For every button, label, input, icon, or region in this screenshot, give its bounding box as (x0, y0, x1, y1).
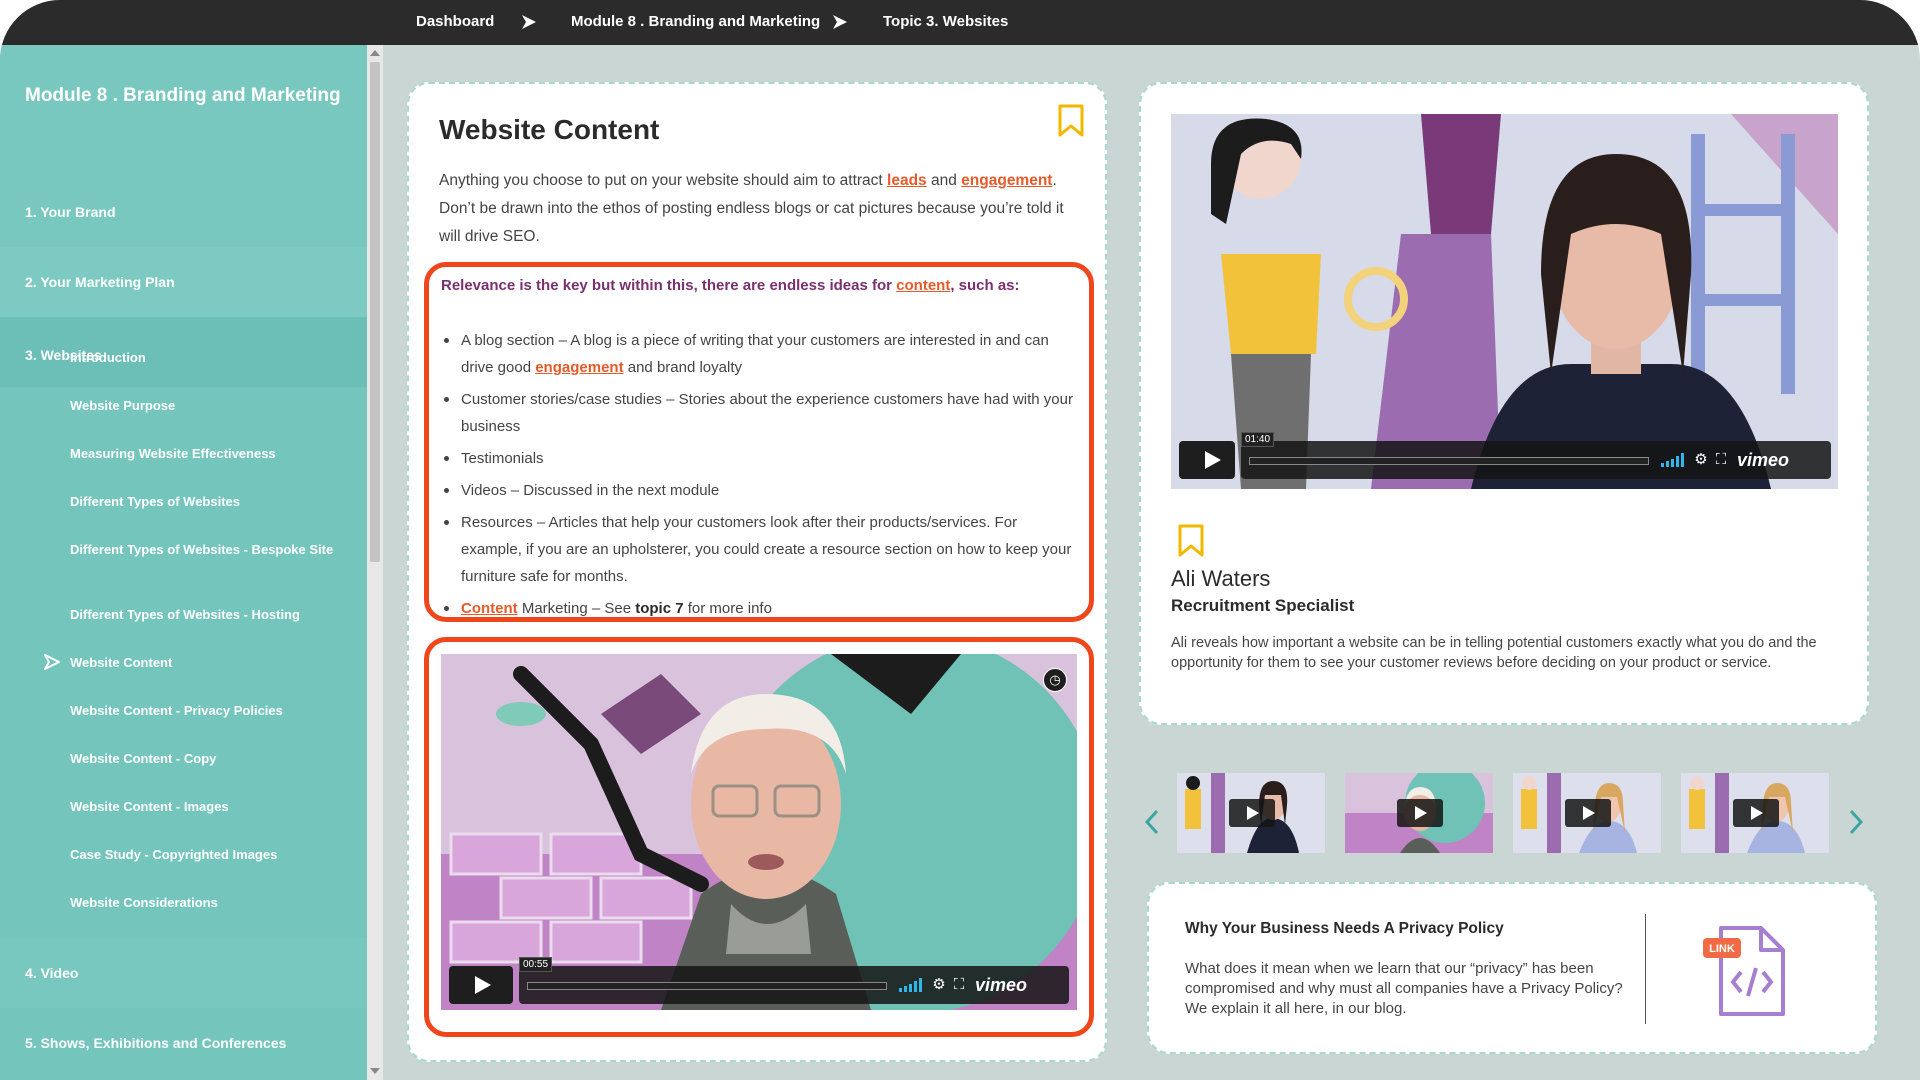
video-thumbnail[interactable] (1345, 773, 1493, 853)
vimeo-logo[interactable]: vimeo (975, 975, 1027, 996)
sidebar-scroll-thumb[interactable] (370, 62, 380, 562)
video-controls: 00:55 ⚙ ⛶ vimeo (449, 957, 1069, 1004)
video-thumbnail[interactable] (1513, 773, 1661, 853)
volume-icon[interactable] (899, 978, 923, 992)
list-item: Testimonials (441, 445, 1081, 472)
content-card: Website Content Anything you choose to p… (407, 82, 1107, 1062)
breadcrumb-module[interactable]: Module 8 . Branding and Marketing (571, 13, 820, 30)
app-frame: Dashboard Module 8 . Branding and Market… (0, 0, 1920, 1080)
sidebar-item-bespoke-site[interactable]: Different Types of Websites - Bespoke Si… (70, 541, 350, 558)
engagement-link[interactable]: engagement (961, 172, 1052, 189)
play-button[interactable] (1179, 441, 1235, 479)
scroll-down-icon[interactable] (370, 1068, 380, 1074)
scroll-up-icon[interactable] (370, 50, 380, 56)
video-control-bar: 01:40 ⚙ ⛶ vimeo (1241, 432, 1831, 479)
ideas-list: A blog section – A blog is a piece of wr… (441, 327, 1081, 627)
sidebar-item-images[interactable]: Website Content - Images (70, 798, 350, 815)
video-thumbnail[interactable] (1681, 773, 1829, 853)
topic-reference: topic 7 (635, 600, 684, 617)
link-badge-text: LINK (1709, 943, 1735, 955)
bullet-text: Marketing – See (517, 600, 636, 617)
link-document-icon[interactable]: LINK (1699, 922, 1799, 1022)
bookmark-icon[interactable] (1057, 104, 1085, 138)
lead-text-2: , such as: (950, 277, 1020, 294)
breadcrumb-arrow-icon (522, 15, 536, 29)
speaker-name: Ali Waters (1171, 566, 1271, 591)
sidebar-item-measuring-effectiveness[interactable]: Measuring Website Effectiveness (70, 445, 350, 462)
blog-card[interactable]: Why Your Business Needs A Privacy Policy… (1147, 882, 1877, 1054)
sidebar-item-types-of-websites[interactable]: Different Types of Websites (70, 493, 350, 510)
intro-text-1: Anything you choose to put on your websi… (439, 172, 888, 189)
content-marketing-link[interactable]: Content (461, 600, 518, 617)
play-button[interactable] (449, 966, 513, 1004)
list-item: Customer stories/case studies – Stories … (441, 386, 1081, 440)
vimeo-logo[interactable]: vimeo (1737, 450, 1789, 471)
sidebar-item-considerations[interactable]: Website Considerations (70, 894, 350, 911)
sidebar-item-copy[interactable]: Website Content - Copy (70, 750, 350, 767)
thumbnail-play-icon (1733, 799, 1779, 827)
settings-icon[interactable]: ⚙ (1693, 452, 1709, 468)
video-thumbnail[interactable] (1177, 773, 1325, 853)
video-control-bar: 00:55 ⚙ ⛶ vimeo (519, 957, 1069, 1004)
breadcrumb-arrow-icon (833, 15, 847, 29)
sidebar-item-website-purpose[interactable]: Website Purpose (70, 397, 350, 414)
speaker-role: Recruitment Specialist (1171, 596, 1355, 615)
active-item-arrow-icon (44, 654, 60, 670)
video-controls: 01:40 ⚙ ⛶ vimeo (1179, 432, 1831, 479)
intro-text-2: and (926, 172, 962, 189)
ideas-box: Relevance is the key but within this, th… (424, 262, 1094, 622)
blog-description: What does it mean when we learn that our… (1185, 960, 1623, 1017)
engagement-link-2[interactable]: engagement (535, 359, 623, 376)
content-video[interactable]: ◷ 00:55 ⚙ ⛶ vimeo (441, 654, 1077, 1010)
sidebar-item-case-study[interactable]: Case Study - Copyrighted Images (70, 846, 350, 863)
list-item: Videos – Discussed in the next module (441, 477, 1081, 504)
video-description: Ali reveals how important a website can … (1171, 635, 1817, 671)
leads-link[interactable]: leads (887, 172, 927, 189)
sidebar-section-video[interactable]: 4. Video (0, 938, 367, 1008)
breadcrumb-dashboard[interactable]: Dashboard (416, 13, 494, 30)
fullscreen-icon[interactable]: ⛶ (1713, 452, 1729, 468)
lead-text-1: Relevance is the key but within this, th… (441, 277, 897, 294)
sidebar-section-marketing-plan[interactable]: 2. Your Marketing Plan (0, 247, 367, 317)
video-timecode: 01:40 (1241, 432, 1275, 447)
watch-later-icon[interactable]: ◷ (1043, 668, 1067, 692)
blog-divider (1645, 914, 1646, 1024)
page-title: Website Content (439, 114, 660, 145)
sidebar-item-website-content[interactable]: Website Content (70, 654, 350, 671)
content-link[interactable]: content (896, 277, 950, 294)
featured-video[interactable]: 01:40 ⚙ ⛶ vimeo (1171, 114, 1838, 489)
sidebar: Module 8 . Branding and Marketing 1. You… (0, 45, 367, 1080)
sidebar-section-shows[interactable]: 5. Shows, Exhibitions and Conferences (0, 1008, 367, 1078)
video-progress-bar[interactable] (527, 982, 887, 990)
fullscreen-icon[interactable]: ⛶ (951, 977, 967, 993)
chevron-right-icon[interactable] (1847, 808, 1865, 836)
thumbnail-play-icon (1229, 799, 1275, 827)
bookmark-icon[interactable] (1177, 524, 1205, 558)
list-item: Resources – Articles that help your cust… (441, 509, 1081, 590)
bullet-text: for more info (683, 600, 772, 617)
video-progress-bar[interactable] (1249, 457, 1649, 465)
settings-icon[interactable]: ⚙ (931, 977, 947, 993)
breadcrumb: Dashboard Module 8 . Branding and Market… (0, 0, 1920, 45)
list-item: Content Marketing – See topic 7 for more… (441, 595, 1081, 622)
sidebar-section-your-brand[interactable]: 1. Your Brand (0, 177, 367, 247)
intro-paragraph: Anything you choose to put on your websi… (439, 167, 1079, 251)
sidebar-item-privacy-policies[interactable]: Website Content - Privacy Policies (70, 702, 350, 719)
blog-title[interactable]: Why Your Business Needs A Privacy Policy (1185, 920, 1504, 938)
sidebar-item-hosting[interactable]: Different Types of Websites - Hosting (70, 606, 350, 623)
sidebar-title: Module 8 . Branding and Marketing (25, 85, 341, 106)
volume-icon[interactable] (1661, 453, 1685, 467)
ideas-lead: Relevance is the key but within this, th… (441, 277, 1081, 294)
featured-video-card: 01:40 ⚙ ⛶ vimeo Ali Waters Recruitment S… (1139, 82, 1869, 725)
sidebar-item-introduction[interactable]: Introduction (70, 349, 350, 366)
list-item: A blog section – A blog is a piece of wr… (441, 327, 1081, 381)
sidebar-header: Module 8 . Branding and Marketing (0, 45, 367, 177)
thumbnail-play-icon (1397, 799, 1443, 827)
content-video-box: ◷ 00:55 ⚙ ⛶ vimeo (424, 637, 1094, 1037)
breadcrumb-topic[interactable]: Topic 3. Websites (883, 13, 1008, 30)
thumbnail-play-icon (1565, 799, 1611, 827)
bullet-text: and brand loyalty (623, 359, 742, 376)
chevron-left-icon[interactable] (1143, 808, 1161, 836)
video-timecode: 00:55 (519, 957, 553, 972)
